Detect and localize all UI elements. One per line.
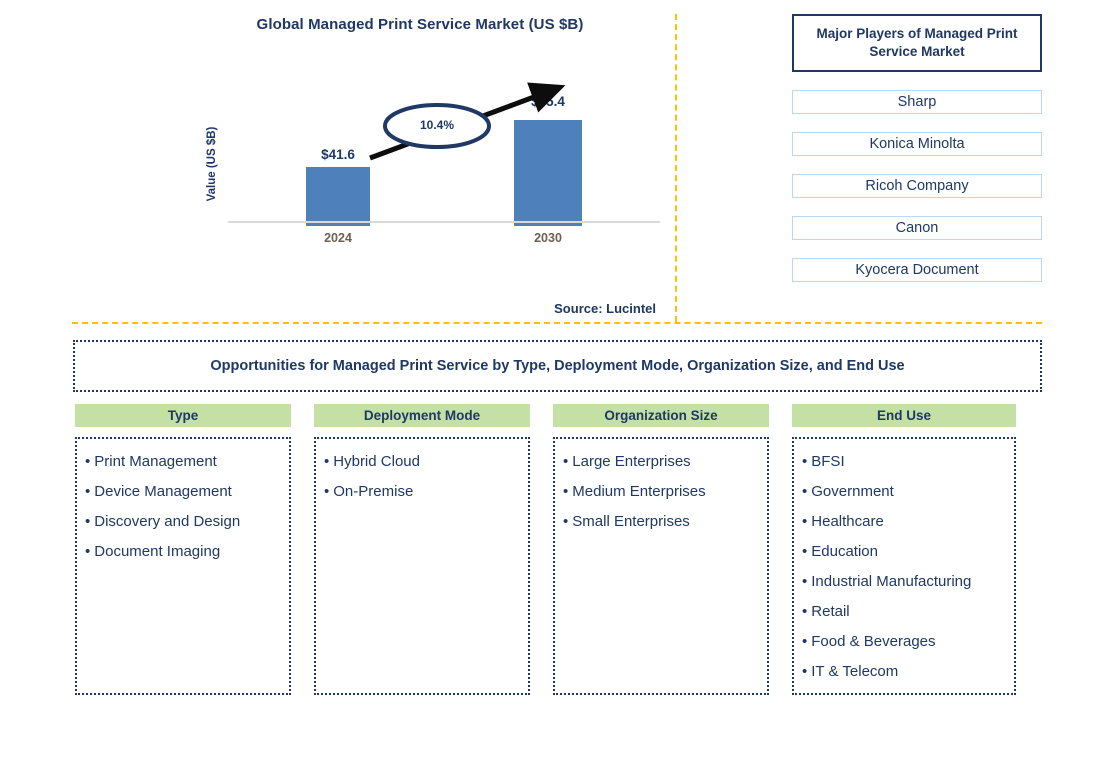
- horizontal-divider: [72, 322, 1042, 324]
- y-axis-label: Value (US $B): [206, 126, 218, 202]
- list-item-label: Retail: [811, 603, 850, 620]
- bullet-icon: •: [802, 663, 808, 680]
- player-item-2[interactable]: Ricoh Company: [792, 174, 1042, 198]
- bullet-icon: •: [85, 453, 91, 470]
- major-players-title: Major Players of Managed Print Service M…: [792, 14, 1042, 72]
- opportunities-banner: Opportunities for Managed Print Service …: [73, 340, 1042, 392]
- player-item-3[interactable]: Canon: [792, 216, 1042, 240]
- bullet-icon: •: [85, 513, 91, 530]
- list-item-label: Document Imaging: [94, 543, 221, 560]
- bullet-icon: •: [802, 543, 808, 560]
- list-item: • Education: [800, 537, 1008, 567]
- list-item: • Document Imaging: [83, 537, 283, 567]
- list-item: • Print Management: [83, 447, 283, 477]
- major-players-panel: Major Players of Managed Print Service M…: [792, 14, 1042, 282]
- list-item: • Industrial Manufacturing: [800, 567, 1008, 597]
- bullet-icon: •: [85, 483, 91, 500]
- bullet-icon: •: [802, 483, 808, 500]
- list-item-label: Small Enterprises: [572, 513, 690, 530]
- bullet-icon: •: [563, 453, 569, 470]
- list-item-label: Hybrid Cloud: [333, 453, 420, 470]
- bullet-icon: •: [802, 513, 808, 530]
- list-item: • Government: [800, 477, 1008, 507]
- list-item: • IT & Telecom: [800, 657, 1008, 687]
- list-item: • Retail: [800, 597, 1008, 627]
- list-item: • Device Management: [83, 477, 283, 507]
- list-item-label: Medium Enterprises: [572, 483, 706, 500]
- bullet-icon: •: [802, 573, 808, 590]
- bullet-icon: •: [563, 483, 569, 500]
- vertical-divider: [675, 14, 677, 322]
- category-header-end-use: End Use: [792, 404, 1016, 427]
- list-item: • Discovery and Design: [83, 507, 283, 537]
- player-item-1[interactable]: Konica Minolta: [792, 132, 1042, 156]
- bullet-icon: •: [563, 513, 569, 530]
- bullet-icon: •: [324, 483, 330, 500]
- x-axis-baseline: [228, 221, 660, 223]
- list-item: • On-Premise: [322, 477, 522, 507]
- list-item-label: Government: [811, 483, 894, 500]
- bullet-icon: •: [802, 633, 808, 650]
- list-item-label: On-Premise: [333, 483, 414, 500]
- bullet-icon: •: [85, 543, 91, 560]
- list-item: • Food & Beverages: [800, 627, 1008, 657]
- category-header-type: Type: [75, 404, 291, 427]
- list-item-label: Discovery and Design: [94, 513, 241, 530]
- list-item-label: Large Enterprises: [572, 453, 691, 470]
- chart-title: Global Managed Print Service Market (US …: [256, 16, 584, 33]
- player-item-4[interactable]: Kyocera Document: [792, 258, 1042, 282]
- list-item: • Healthcare: [800, 507, 1008, 537]
- player-item-0[interactable]: Sharp: [792, 90, 1042, 114]
- list-item-label: Healthcare: [811, 513, 884, 530]
- list-item-label: BFSI: [811, 453, 845, 470]
- list-item-label: Print Management: [94, 453, 217, 470]
- list-item: • Small Enterprises: [561, 507, 761, 537]
- infographic-canvas: Global Managed Print Service Market (US …: [0, 0, 1106, 763]
- category-header-deployment-mode: Deployment Mode: [314, 404, 530, 427]
- x-tick-2024: 2024: [324, 231, 352, 245]
- list-item-label: Industrial Manufacturing: [811, 573, 972, 590]
- list-item-label: Device Management: [94, 483, 232, 500]
- category-list-deployment-mode: • Hybrid Cloud • On-Premise: [314, 437, 530, 695]
- bullet-icon: •: [324, 453, 330, 470]
- list-item-label: IT & Telecom: [811, 663, 899, 680]
- x-tick-2030: 2030: [534, 231, 562, 245]
- category-list-end-use: • BFSI • Government • Healthcare • Education • In…: [792, 437, 1016, 695]
- list-item-label: Education: [811, 543, 878, 560]
- category-header-organization-size: Organization Size: [553, 404, 769, 427]
- list-item: • Hybrid Cloud: [322, 447, 522, 477]
- bullet-icon: •: [802, 453, 808, 470]
- list-item: • Medium Enterprises: [561, 477, 761, 507]
- cagr-value-label: 10.4%: [419, 118, 455, 132]
- list-item: • Large Enterprises: [561, 447, 761, 477]
- category-list-type: • Print Management • Device Management • Disc…: [75, 437, 291, 695]
- category-list-organization-size: • Large Enterprises • Medium Enterprises • Sm…: [553, 437, 769, 695]
- source-note: Source: Lucintel: [554, 301, 656, 316]
- list-item: • BFSI: [800, 447, 1008, 477]
- bullet-icon: •: [802, 603, 808, 620]
- list-item-label: Food & Beverages: [811, 633, 936, 650]
